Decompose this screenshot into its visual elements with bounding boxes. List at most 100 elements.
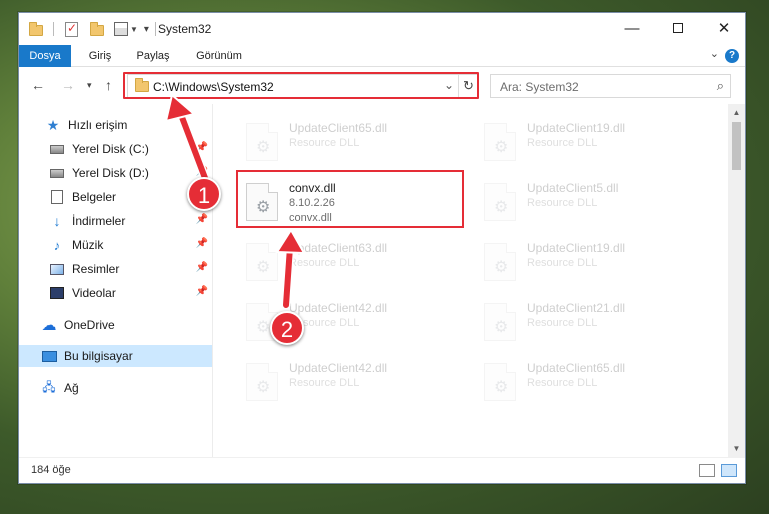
pin-icon[interactable]: 📌 — [196, 238, 208, 249]
music-icon: ♪ — [53, 237, 61, 253]
pin-icon[interactable]: 📌 — [196, 166, 208, 177]
dll-file-icon: ⚙ — [484, 243, 516, 281]
details-view-icon[interactable] — [699, 464, 715, 477]
dll-file-icon: ⚙ — [246, 123, 278, 161]
search-input[interactable]: Ara: System32 ⌕ — [490, 74, 731, 98]
file-item[interactable]: ⚙ UpdateClient21.dll Resource DLL — [477, 296, 707, 348]
file-name: UpdateClient63.dll — [289, 241, 388, 255]
folder-icon[interactable] — [29, 22, 43, 36]
sidebar-item-label: OneDrive — [64, 318, 115, 332]
properties-check-icon[interactable] — [65, 21, 78, 37]
sidebar-item-downloads[interactable]: ↓ İndirmeler 📌 — [19, 210, 212, 232]
file-item[interactable]: ⚙ UpdateClient19.dll Resource DLL — [477, 116, 707, 168]
drive-icon — [49, 142, 65, 156]
maximize-button[interactable] — [655, 13, 701, 43]
network-icon: 🖧 — [42, 379, 56, 394]
sidebar-item-this-pc[interactable]: Bu bilgisayar — [19, 345, 212, 367]
close-button[interactable]: ✕ — [701, 13, 747, 43]
view-options-icon[interactable] — [114, 22, 128, 36]
sidebar-item-network[interactable]: 🖧 Ağ — [19, 377, 212, 399]
sidebar-item-label: Müzik — [72, 238, 104, 252]
sidebar-item-quick-access[interactable]: ★ Hızlı erişim — [19, 114, 212, 136]
customize-toolbar-icon[interactable]: ▾ — [144, 24, 149, 35]
file-highlight — [236, 170, 464, 228]
sidebar-item-local-disk-d[interactable]: Yerel Disk (D:) 📌 — [19, 162, 212, 184]
step-1-badge: 1 — [187, 177, 221, 211]
search-placeholder[interactable]: Ara: System32 — [500, 80, 579, 94]
sidebar-item-documents[interactable]: Belgeler 📌 — [19, 186, 212, 208]
sidebar-item-label: Ağ — [64, 381, 79, 395]
up-arrow-icon[interactable]: ↑ — [105, 77, 112, 93]
file-item[interactable]: ⚙ UpdateClient5.dll Resource DLL — [477, 176, 707, 228]
file-item[interactable]: ⚙ UpdateClient63.dll Resource DLL — [239, 236, 469, 288]
file-type: Resource DLL — [527, 377, 598, 389]
sidebar-item-label: Belgeler — [72, 190, 117, 204]
search-icon[interactable]: ⌕ — [717, 78, 724, 94]
pin-icon[interactable]: 📌 — [196, 214, 208, 225]
sidebar-item-label: Videolar — [72, 286, 116, 300]
tab-share[interactable]: Paylaş — [129, 45, 177, 67]
file-item[interactable]: ⚙ UpdateClient42.dll Resource DLL — [239, 356, 469, 408]
cloud-icon: ☁ — [41, 317, 57, 334]
recent-locations-icon[interactable]: ▾ — [87, 80, 92, 91]
sidebar-item-pictures[interactable]: Resimler 📌 — [19, 258, 212, 280]
ribbon-tabs: Dosya Giriş Paylaş Görünüm ⌄ ? — [19, 45, 745, 67]
file-name: UpdateClient42.dll — [289, 301, 388, 315]
separator — [154, 22, 156, 36]
file-name: UpdateClient19.dll — [527, 121, 626, 135]
dll-file-icon: ⚙ — [484, 183, 516, 221]
file-item[interactable]: ⚙ UpdateClient65.dll Resource DLL — [477, 356, 707, 408]
file-type: Resource DLL — [527, 197, 598, 209]
file-list: ⚙ UpdateClient65.dll Resource DLL ⚙ conv… — [214, 104, 728, 457]
sidebar-item-onedrive[interactable]: ☁ OneDrive — [19, 314, 212, 336]
sidebar-item-label: Hızlı erişim — [68, 118, 128, 132]
scroll-up-icon[interactable]: ▲ — [728, 104, 745, 121]
sidebar-item-label: Yerel Disk (D:) — [72, 166, 149, 180]
chevron-down-icon[interactable]: ▼ — [130, 25, 138, 34]
tab-view[interactable]: Görünüm — [189, 45, 249, 67]
close-icon: ✕ — [717, 20, 731, 37]
large-icons-view-icon[interactable] — [721, 464, 737, 477]
vertical-scrollbar[interactable]: ▲ ▼ — [728, 104, 745, 457]
pin-icon[interactable]: 📌 — [196, 286, 208, 297]
dll-file-icon: ⚙ — [484, 303, 516, 341]
file-name: UpdateClient5.dll — [527, 181, 619, 195]
file-name: UpdateClient65.dll — [289, 121, 388, 135]
window-title: System32 — [158, 22, 212, 36]
forward-arrow-icon[interactable]: → — [61, 77, 75, 93]
back-arrow-icon[interactable]: ← — [31, 77, 45, 93]
sidebar-item-label: İndirmeler — [72, 214, 126, 228]
pin-icon[interactable]: 📌 — [196, 142, 208, 153]
computer-icon — [41, 349, 57, 363]
help-icon[interactable]: ? — [725, 49, 739, 63]
minimize-icon: — — [624, 19, 640, 37]
file-item[interactable]: ⚙ UpdateClient19.dll Resource DLL — [477, 236, 707, 288]
step-2-badge: 2 — [270, 311, 304, 345]
file-type: Resource DLL — [289, 257, 360, 269]
quick-access-toolbar: ▼ ▾ — [29, 20, 156, 38]
file-item[interactable]: ⚙ UpdateClient65.dll Resource DLL — [239, 116, 469, 168]
sidebar-item-local-disk-c[interactable]: Yerel Disk (C:) 📌 — [19, 138, 212, 160]
sidebar-item-videos[interactable]: Videolar 📌 — [19, 282, 212, 304]
tab-home[interactable]: Giriş — [79, 45, 121, 67]
pin-icon[interactable]: 📌 — [196, 262, 208, 273]
tab-file[interactable]: Dosya — [19, 45, 71, 67]
pictures-icon — [49, 262, 65, 276]
scroll-down-icon[interactable]: ▼ — [728, 440, 745, 457]
scrollbar-thumb[interactable] — [732, 122, 741, 170]
new-folder-icon[interactable] — [90, 22, 104, 36]
dll-file-icon: ⚙ — [484, 363, 516, 401]
navigation-pane: ★ Hızlı erişim Yerel Disk (C:) 📌 Yerel D… — [19, 104, 213, 457]
expand-ribbon-icon[interactable]: ⌄ — [710, 47, 719, 60]
address-bar-highlight — [123, 72, 479, 99]
dll-file-icon: ⚙ — [246, 243, 278, 281]
file-type: Resource DLL — [527, 257, 598, 269]
file-type: Resource DLL — [527, 137, 598, 149]
title-bar: ▼ ▾ System32 — ✕ — [19, 13, 745, 45]
file-type: Resource DLL — [527, 317, 598, 329]
file-type: Resource DLL — [289, 377, 360, 389]
sidebar-item-music[interactable]: ♪ Müzik 📌 — [19, 234, 212, 256]
minimize-button[interactable]: — — [609, 13, 655, 43]
sidebar-item-label: Resimler — [72, 262, 120, 276]
videos-icon — [49, 286, 65, 300]
